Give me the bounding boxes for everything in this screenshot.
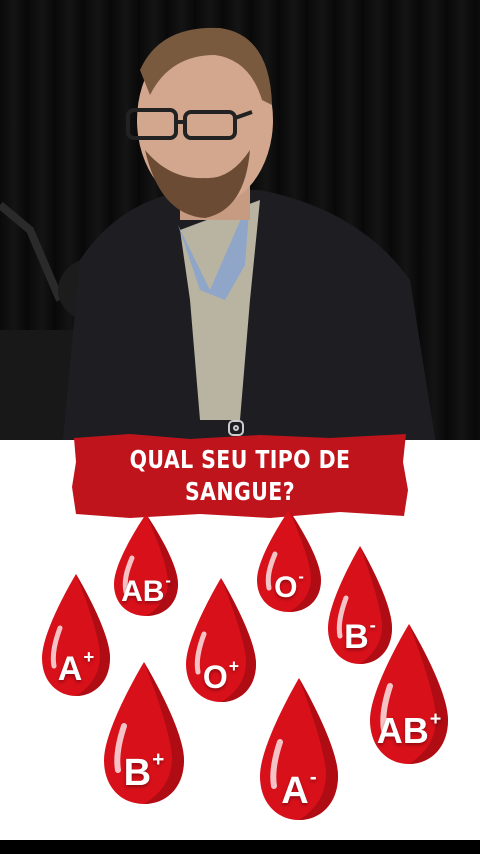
bottom-bar <box>0 840 480 854</box>
drop-a-negative: A- <box>256 676 342 822</box>
drop-ab-positive: AB+ <box>366 622 452 766</box>
drop-label: AB- <box>121 572 171 608</box>
drop-o-negative: O- <box>253 508 325 614</box>
drop-label: B+ <box>123 748 165 794</box>
drop-b-positive: B+ <box>100 660 188 806</box>
banner-title: QUAL SEU TIPO DE SANGUE? <box>101 432 380 520</box>
drop-label: O+ <box>202 656 240 695</box>
banner-line-2: SANGUE? <box>184 477 296 506</box>
speaker-image <box>0 27 440 470</box>
drop-label: A- <box>281 766 317 812</box>
drop-ab-negative: AB- <box>110 512 182 618</box>
drop-o-positive: O+ <box>182 576 260 704</box>
drop-label: AB+ <box>376 708 442 751</box>
drop-label: O- <box>274 568 304 604</box>
banner-line-1: QUAL SEU TIPO DE <box>129 445 351 474</box>
question-banner: QUAL SEU TIPO DE SANGUE? <box>70 432 410 520</box>
video-frame <box>0 0 480 470</box>
